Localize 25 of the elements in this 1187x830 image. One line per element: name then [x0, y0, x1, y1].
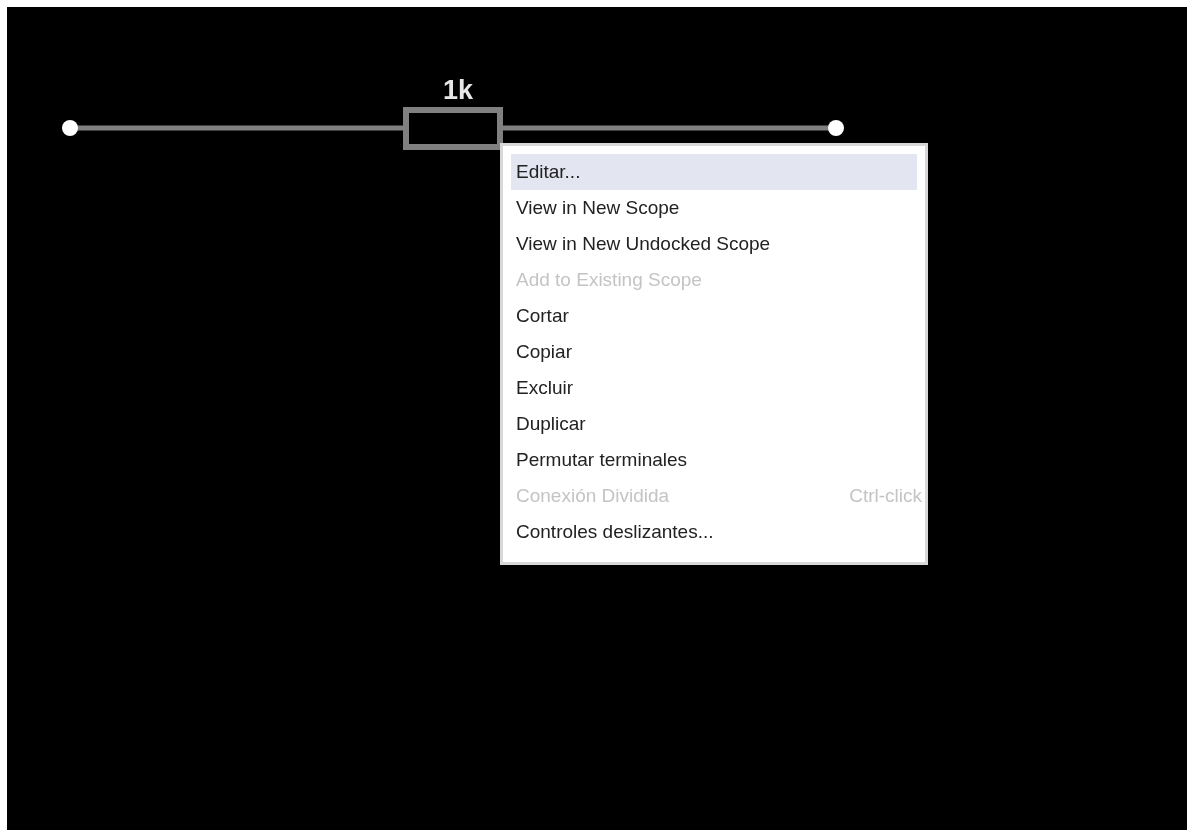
menu-item[interactable]: View in New Undocked Scope	[511, 226, 917, 262]
menu-item[interactable]: Editar...	[511, 154, 917, 190]
menu-item-label: View in New Scope	[516, 195, 680, 220]
menu-item[interactable]: Cortar	[511, 298, 917, 334]
menu-item-label: Permutar terminales	[516, 447, 688, 472]
menu-item-label: Duplicar	[516, 411, 586, 436]
menu-item-label: View in New Undocked Scope	[516, 231, 771, 256]
menu-item-label: Excluir	[516, 375, 573, 400]
menu-item[interactable]: Permutar terminales	[511, 442, 917, 478]
menu-item-label: Editar...	[516, 159, 581, 184]
menu-item-label: Cortar	[516, 303, 569, 328]
menu-item[interactable]: View in New Scope	[511, 190, 917, 226]
terminal-node[interactable]	[62, 120, 78, 136]
menu-item[interactable]: Excluir	[511, 370, 917, 406]
resistor-value: 1k	[443, 75, 473, 105]
menu-item-shortcut: Ctrl-click	[849, 483, 922, 508]
menu-item[interactable]: Copiar	[511, 334, 917, 370]
resistor[interactable]	[403, 107, 503, 150]
menu-item-label: Controles deslizantes...	[516, 519, 714, 544]
menu-item[interactable]: Duplicar	[511, 406, 917, 442]
menu-item-label: Add to Existing Scope	[516, 267, 702, 292]
menu-item[interactable]: Controles deslizantes...	[511, 514, 917, 550]
menu-item-label: Copiar	[516, 339, 572, 364]
terminal-node[interactable]	[828, 120, 844, 136]
menu-item-label: Conexión Dividida	[516, 483, 670, 508]
